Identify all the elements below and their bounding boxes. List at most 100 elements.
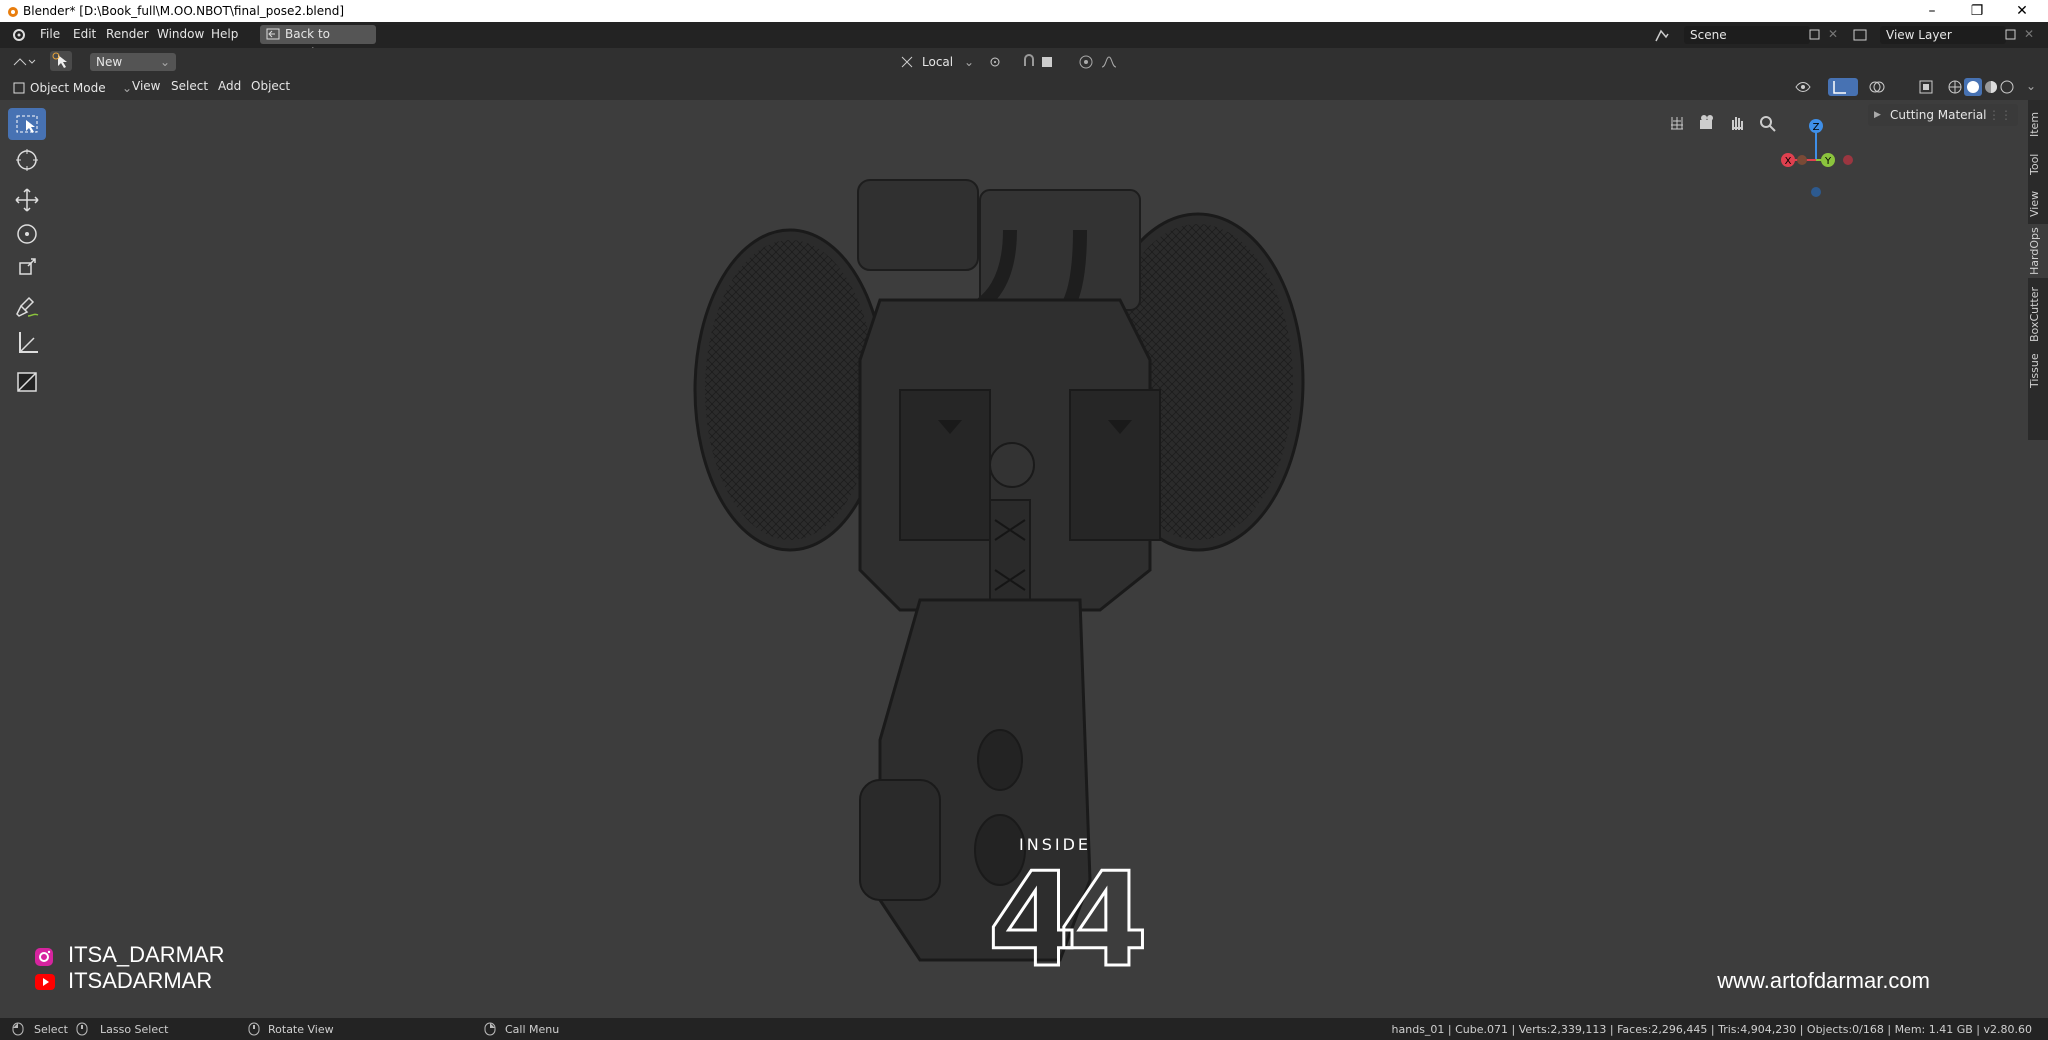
view-layer-icon[interactable] xyxy=(1852,27,1868,43)
tab-view[interactable]: View xyxy=(2028,186,2048,222)
object-mode-dropdown[interactable]: Object Mode ⌄ xyxy=(10,79,136,97)
cursor-icon xyxy=(16,149,38,171)
3d-viewport[interactable]: INSIDE 44 Z X Y ITSA_DARMAR ITSADARMAR xyxy=(0,100,2048,1018)
xray-icon[interactable] xyxy=(1918,79,1934,95)
menu-help[interactable]: Help xyxy=(211,27,238,41)
status-bar: Select Lasso Select Rotate View Call Men… xyxy=(0,1018,2048,1040)
status-lasso-select: Lasso Select xyxy=(100,1023,169,1036)
camera-icon[interactable] xyxy=(1698,114,1716,132)
gizmo-icon xyxy=(1833,81,1846,94)
scene-icon[interactable] xyxy=(1654,27,1670,43)
menu-select[interactable]: Select xyxy=(171,79,208,93)
visibility-icon[interactable] xyxy=(1794,79,1824,95)
mouse-right-icon xyxy=(484,1022,496,1036)
axis-gizmo[interactable]: Z X Y xyxy=(1776,110,1856,200)
axis-z-label: Z xyxy=(1813,122,1820,133)
menu-render[interactable]: Render xyxy=(106,27,149,41)
menu-file[interactable]: File xyxy=(40,27,60,41)
tab-boxcutter[interactable]: BoxCutter xyxy=(2028,284,2048,344)
annotate-tool[interactable] xyxy=(8,292,46,324)
menu-add[interactable]: Add xyxy=(218,79,241,93)
solid-shading-button[interactable] xyxy=(1964,78,1982,96)
move-icon xyxy=(15,188,39,212)
menu-view[interactable]: View xyxy=(132,79,160,93)
new-view-layer-icon[interactable] xyxy=(2004,28,2018,42)
rendered-shading-icon[interactable] xyxy=(2000,80,2014,94)
scene-field[interactable]: Scene xyxy=(1684,26,1810,44)
axis-y-label: Y xyxy=(1824,156,1832,167)
restore-icon[interactable]: ❐ xyxy=(1955,0,1999,22)
close-icon[interactable]: ✕ xyxy=(2000,0,2044,22)
remove-view-layer-icon[interactable]: ✕ xyxy=(2024,27,2034,41)
wireframe-shading-icon[interactable] xyxy=(1948,80,1962,94)
view-layer-field[interactable]: View Layer xyxy=(1880,26,2006,44)
tab-tissue[interactable]: Tissue xyxy=(2028,350,2048,392)
remove-scene-icon[interactable]: ✕ xyxy=(1828,27,1838,41)
new-dropdown-label: New xyxy=(96,55,123,69)
status-rotate-view: Rotate View xyxy=(268,1023,334,1036)
pivot-point-icon[interactable] xyxy=(988,55,1014,69)
material-shading-icon[interactable] xyxy=(1984,80,1998,94)
transform-orientation-dropdown[interactable]: Local ⌄ xyxy=(920,53,978,71)
new-scene-icon[interactable] xyxy=(1808,28,1822,42)
tool-header: New ⌄ Local ⌄ xyxy=(0,48,2048,76)
proportional-edit-icon[interactable] xyxy=(1078,54,1094,70)
axis-neg-y-handle[interactable] xyxy=(1797,155,1807,165)
select-tweak-icon xyxy=(52,52,67,68)
cursor-tool[interactable] xyxy=(8,144,46,176)
mouse-left-icon xyxy=(12,1022,24,1036)
watermark-44-logo: 44 xyxy=(986,844,1150,996)
shading-options-icon[interactable]: ⌄ xyxy=(2026,79,2036,93)
measure-tool[interactable] xyxy=(8,326,46,358)
youtube-handle: ITSADARMAR xyxy=(68,968,213,993)
back-to-previous-button[interactable]: Back to Previous xyxy=(260,25,376,60)
blender-logo-icon xyxy=(8,7,18,17)
new-dropdown[interactable]: New ⌄ xyxy=(90,53,176,71)
rotate-tool[interactable] xyxy=(8,218,46,250)
tab-tool[interactable]: Tool xyxy=(2028,146,2048,182)
scale-tool[interactable] xyxy=(8,252,46,284)
viewport-header: Object Mode ⌄ View Select Add Object ⌄ xyxy=(0,76,2048,100)
menu-edit[interactable]: Edit xyxy=(73,27,96,41)
overlays-icon[interactable] xyxy=(1868,79,1898,95)
snap-icon[interactable] xyxy=(1022,54,1038,70)
chevron-down-icon: ⌄ xyxy=(963,55,974,69)
status-stats: hands_01 | Cube.071 | Verts:2,339,113 | … xyxy=(1391,1023,2032,1036)
tab-item[interactable]: Item xyxy=(2028,106,2048,142)
minimize-icon[interactable]: – xyxy=(1910,0,1954,22)
panel-expand-icon: ▶ xyxy=(1874,110,1881,120)
back-icon xyxy=(266,28,280,40)
website-watermark: www.artofdarmar.com xyxy=(1717,968,1930,993)
status-select: Select xyxy=(34,1023,68,1036)
window-title: Blender* [D:\Book_full\M.OO.NBOT\final_p… xyxy=(23,4,345,18)
rotate-icon xyxy=(17,224,37,244)
axis-neg-z-handle[interactable] xyxy=(1811,187,1821,197)
sidebar-tabs: Item Tool View HardOps BoxCutter Tissue xyxy=(2028,100,2048,440)
active-tool-button[interactable] xyxy=(50,51,72,71)
menu-object[interactable]: Object xyxy=(251,79,290,93)
annotate-icon xyxy=(16,296,39,317)
add-cube-tool[interactable] xyxy=(8,366,46,398)
axis-neg-x-handle[interactable] xyxy=(1843,155,1853,165)
transform-orientation-label: Local xyxy=(922,55,954,69)
mouse-middle-icon xyxy=(76,1022,88,1036)
mouse-middle-icon xyxy=(248,1022,260,1036)
zoom-icon[interactable] xyxy=(1758,114,1776,132)
grid-view-icon[interactable] xyxy=(1668,114,1686,132)
menu-window[interactable]: Window xyxy=(157,27,204,41)
solid-shading-icon xyxy=(1967,81,1979,93)
falloff-icon[interactable] xyxy=(1100,54,1126,70)
window-titlebar: Blender* [D:\Book_full\M.OO.NBOT\final_p… xyxy=(0,0,2048,22)
cutting-material-label: Cutting Material xyxy=(1890,108,1987,122)
chevron-down-icon: ⌄ xyxy=(159,55,170,69)
hand-pan-icon[interactable] xyxy=(1728,114,1746,132)
tab-hardops[interactable]: HardOps xyxy=(2028,224,2048,278)
gizmo-toggle-button[interactable] xyxy=(1828,78,1858,96)
select-box-tool[interactable] xyxy=(8,108,46,140)
cutting-material-panel[interactable]: ▶ Cutting Material ⋮⋮ xyxy=(1868,104,2018,126)
move-tool[interactable] xyxy=(8,184,46,216)
blender-menu-icon[interactable] xyxy=(10,28,26,42)
editor-type-icon[interactable] xyxy=(12,55,36,69)
panel-drag-icon[interactable]: ⋮⋮ xyxy=(1988,104,2012,126)
snap-target-icon[interactable] xyxy=(1040,54,1066,70)
